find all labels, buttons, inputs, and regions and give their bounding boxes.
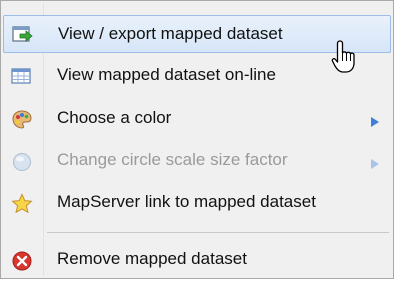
submenu-arrow-icon [371,114,379,127]
menu-item-label: Choose a color [57,108,172,127]
menu-item-choose-color[interactable]: Choose a color [3,100,391,138]
menu-item-label: View / export mapped dataset [58,24,283,43]
menu-item-mapserver-link[interactable]: MapServer link to mapped dataset [3,184,391,222]
menu-item-remove-dataset[interactable]: Remove mapped dataset [3,241,391,279]
hand-cursor-icon [331,39,359,75]
circle-icon [11,151,32,172]
menu-item-label: View mapped dataset on-line [57,65,276,84]
table-icon [11,66,31,86]
remove-icon [11,250,32,271]
context-menu: View / export mapped dataset View mapped… [0,0,394,279]
menu-item-label: Change circle scale size factor [57,150,288,169]
submenu-arrow-icon [371,156,379,169]
menu-item-change-circle-scale: Change circle scale size factor [3,142,391,180]
palette-icon [11,109,32,129]
export-arrow-icon [12,25,33,45]
menu-item-label: MapServer link to mapped dataset [57,192,316,211]
star-icon [11,193,33,214]
menu-separator [47,232,389,233]
menu-item-label: Remove mapped dataset [57,249,247,268]
